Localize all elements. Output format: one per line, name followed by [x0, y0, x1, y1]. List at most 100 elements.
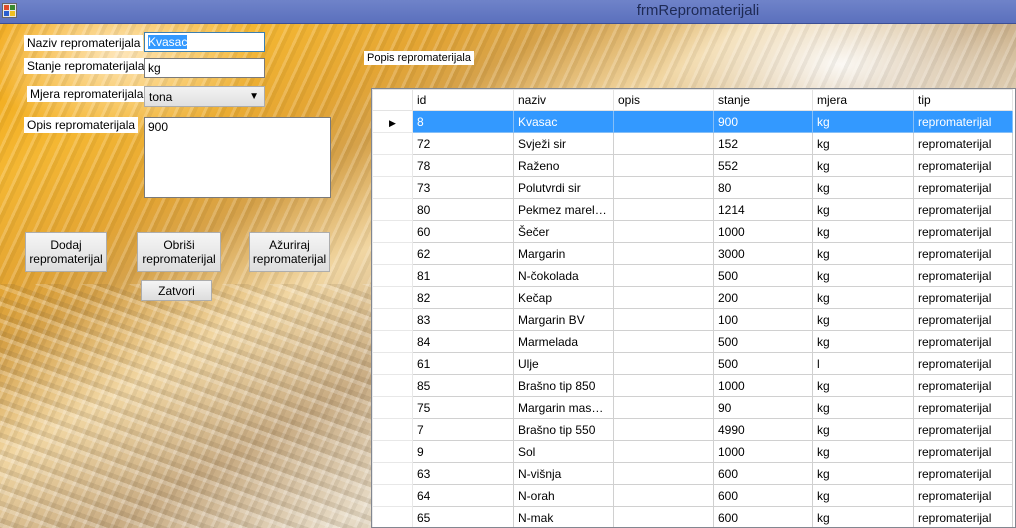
cell-id[interactable]: 62 — [412, 242, 514, 265]
table-row[interactable]: 63 N-višnja 600 kg repromaterijal — [372, 462, 1013, 485]
column-header-id[interactable]: id — [412, 89, 514, 111]
cell-opis[interactable] — [613, 308, 714, 331]
cell-tip[interactable]: repromaterijal — [913, 154, 1013, 177]
row-header[interactable] — [372, 154, 413, 177]
cell-id[interactable]: 75 — [412, 396, 514, 419]
cell-mjera[interactable]: l — [812, 352, 914, 375]
cell-stanje[interactable]: 80 — [713, 176, 813, 199]
row-header[interactable] — [372, 132, 413, 155]
cell-id[interactable]: 7 — [412, 418, 514, 441]
cell-stanje[interactable]: 900 — [713, 110, 813, 133]
row-header[interactable] — [372, 220, 413, 243]
table-row[interactable]: 81 N-čokolada 500 kg repromaterijal — [372, 264, 1013, 287]
cell-opis[interactable] — [613, 242, 714, 265]
cell-id[interactable]: 64 — [412, 484, 514, 507]
cell-naziv[interactable]: Kvasac — [513, 110, 614, 133]
cell-mjera[interactable]: kg — [812, 154, 914, 177]
column-header-stanje[interactable]: stanje — [713, 89, 813, 111]
cell-tip[interactable]: repromaterijal — [913, 506, 1013, 527]
cell-opis[interactable] — [613, 220, 714, 243]
cell-naziv[interactable]: N-orah — [513, 484, 614, 507]
table-row[interactable]: 65 N-mak 600 kg repromaterijal — [372, 506, 1013, 527]
cell-stanje[interactable]: 3000 — [713, 242, 813, 265]
table-row[interactable]: 60 Šečer 1000 kg repromaterijal — [372, 220, 1013, 243]
table-row[interactable]: 80 Pekmez marelica 1214 kg repromaterijal — [372, 198, 1013, 221]
cell-naziv[interactable]: Margarin — [513, 242, 614, 265]
cell-tip[interactable]: repromaterijal — [913, 132, 1013, 155]
cell-mjera[interactable]: kg — [812, 374, 914, 397]
chevron-down-icon[interactable]: ▼ — [249, 91, 259, 102]
cell-stanje[interactable]: 152 — [713, 132, 813, 155]
cell-opis[interactable] — [613, 352, 714, 375]
cell-stanje[interactable]: 200 — [713, 286, 813, 309]
row-header[interactable] — [372, 462, 413, 485]
table-row[interactable]: 85 Brašno tip 850 1000 kg repromaterijal — [372, 374, 1013, 397]
row-header[interactable] — [372, 176, 413, 199]
row-header[interactable] — [372, 308, 413, 331]
cell-opis[interactable] — [613, 264, 714, 287]
cell-naziv[interactable]: Raženo — [513, 154, 614, 177]
cell-naziv[interactable]: Svježi sir — [513, 132, 614, 155]
cell-naziv[interactable]: Marmelada — [513, 330, 614, 353]
cell-naziv[interactable]: N-višnja — [513, 462, 614, 485]
cell-mjera[interactable]: kg — [812, 440, 914, 463]
cell-mjera[interactable]: kg — [812, 286, 914, 309]
row-header[interactable] — [372, 330, 413, 353]
cell-naziv[interactable]: Pekmez marelica — [513, 198, 614, 221]
cell-naziv[interactable]: Polutvrdi sir — [513, 176, 614, 199]
cell-naziv[interactable]: Brašno tip 550 — [513, 418, 614, 441]
cell-id[interactable]: 84 — [412, 330, 514, 353]
cell-stanje[interactable]: 1214 — [713, 198, 813, 221]
row-header[interactable] — [372, 352, 413, 375]
cell-tip[interactable]: repromaterijal — [913, 440, 1013, 463]
cell-mjera[interactable]: kg — [812, 484, 914, 507]
cell-opis[interactable] — [613, 396, 714, 419]
row-header[interactable] — [372, 396, 413, 419]
cell-tip[interactable]: repromaterijal — [913, 286, 1013, 309]
cell-id[interactable]: 78 — [412, 154, 514, 177]
opis-textarea[interactable]: 900 — [144, 117, 331, 198]
cell-opis[interactable] — [613, 198, 714, 221]
cell-tip[interactable]: repromaterijal — [913, 418, 1013, 441]
cell-stanje[interactable]: 1000 — [713, 374, 813, 397]
cell-id[interactable]: 83 — [412, 308, 514, 331]
cell-tip[interactable]: repromaterijal — [913, 264, 1013, 287]
cell-tip[interactable]: repromaterijal — [913, 110, 1013, 133]
cell-tip[interactable]: repromaterijal — [913, 308, 1013, 331]
row-header[interactable] — [372, 440, 413, 463]
cell-opis[interactable] — [613, 418, 714, 441]
cell-tip[interactable]: repromaterijal — [913, 462, 1013, 485]
cell-opis[interactable] — [613, 330, 714, 353]
table-row[interactable]: 75 Margarin masono... 90 kg repromaterijal — [372, 396, 1013, 419]
cell-id[interactable]: 65 — [412, 506, 514, 527]
cell-stanje[interactable]: 100 — [713, 308, 813, 331]
cell-stanje[interactable]: 1000 — [713, 220, 813, 243]
table-row[interactable]: 64 N-orah 600 kg repromaterijal — [372, 484, 1013, 507]
cell-naziv[interactable]: Ulje — [513, 352, 614, 375]
cell-naziv[interactable]: Sol — [513, 440, 614, 463]
row-header[interactable]: ▶ — [372, 110, 413, 133]
row-header[interactable] — [372, 198, 413, 221]
cell-tip[interactable]: repromaterijal — [913, 352, 1013, 375]
cell-opis[interactable] — [613, 176, 714, 199]
cell-tip[interactable]: repromaterijal — [913, 374, 1013, 397]
dodaj-repromaterijal-button[interactable]: Dodaj repromaterijal — [25, 232, 107, 272]
cell-naziv[interactable]: Margarin BV — [513, 308, 614, 331]
cell-id[interactable]: 8 — [412, 110, 514, 133]
cell-id[interactable]: 82 — [412, 286, 514, 309]
cell-id[interactable]: 61 — [412, 352, 514, 375]
table-row[interactable]: 9 Sol 1000 kg repromaterijal — [372, 440, 1013, 463]
cell-naziv[interactable]: Margarin masono... — [513, 396, 614, 419]
row-header[interactable] — [372, 286, 413, 309]
cell-opis[interactable] — [613, 110, 714, 133]
cell-tip[interactable]: repromaterijal — [913, 242, 1013, 265]
column-header-naziv[interactable]: naziv — [513, 89, 614, 111]
cell-opis[interactable] — [613, 440, 714, 463]
cell-tip[interactable]: repromaterijal — [913, 198, 1013, 221]
table-row[interactable]: 62 Margarin 3000 kg repromaterijal — [372, 242, 1013, 265]
stanje-input[interactable]: kg — [144, 58, 265, 78]
cell-mjera[interactable]: kg — [812, 396, 914, 419]
cell-naziv[interactable]: Brašno tip 850 — [513, 374, 614, 397]
cell-tip[interactable]: repromaterijal — [913, 220, 1013, 243]
cell-stanje[interactable]: 500 — [713, 330, 813, 353]
